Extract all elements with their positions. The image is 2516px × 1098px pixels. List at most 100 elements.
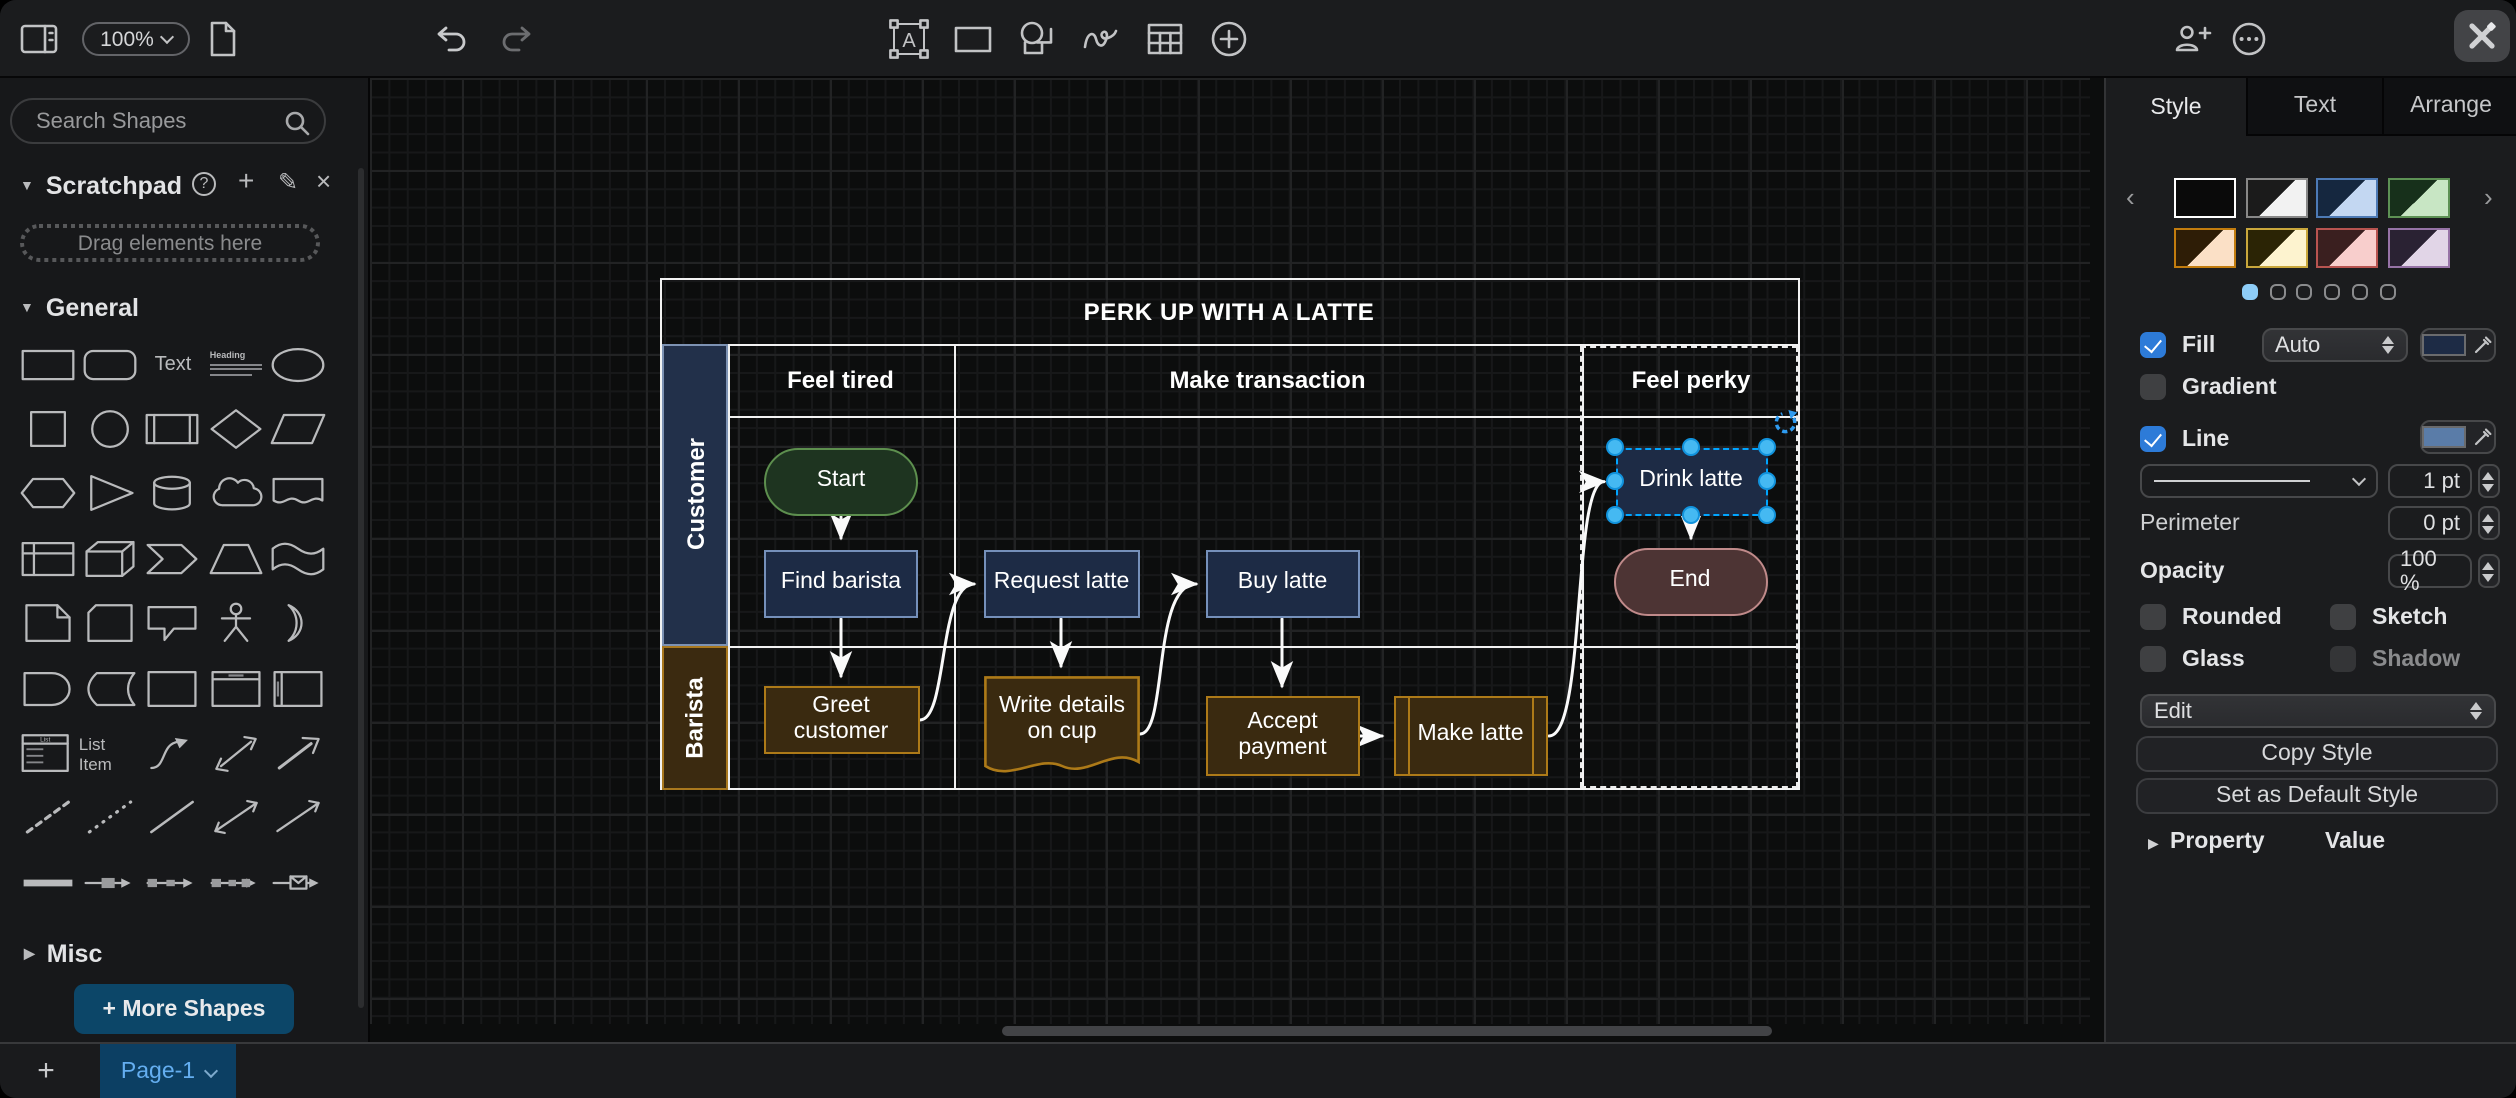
node-make-latte[interactable]: Make latte xyxy=(1393,696,1548,776)
sketch-toggle-button[interactable] xyxy=(2454,10,2510,62)
selection-handle[interactable] xyxy=(1758,506,1776,524)
selection-handle[interactable] xyxy=(1758,472,1776,490)
node-write-details-on-cup[interactable]: Write details on cup xyxy=(984,676,1140,784)
shape-textbox[interactable]: Heading xyxy=(204,332,267,397)
redo-button[interactable] xyxy=(500,24,532,54)
freehand-tool-icon[interactable] xyxy=(1080,18,1122,60)
perimeter-input[interactable]: 0 pt xyxy=(2388,506,2472,540)
rounded-checkbox[interactable] xyxy=(2140,604,2166,630)
node-request-latte[interactable]: Request latte xyxy=(984,550,1139,618)
misc-section-header[interactable]: ▶ Misc xyxy=(24,940,102,968)
sidebar-toggle-icon[interactable] xyxy=(20,22,60,56)
shape-text[interactable]: Text xyxy=(142,332,205,397)
node-greet-customer[interactable]: Greet customer xyxy=(763,686,919,754)
scratchpad-drop-area[interactable]: Drag elements here xyxy=(20,224,320,262)
carousel-page-dot[interactable] xyxy=(2297,284,2313,300)
line-checkbox[interactable] xyxy=(2140,426,2166,452)
fill-style-dropdown[interactable]: Auto xyxy=(2261,328,2408,362)
shape-rounded-rectangle[interactable] xyxy=(79,332,142,397)
shapes-tool-icon[interactable] xyxy=(1016,18,1058,60)
selection-handle[interactable] xyxy=(1606,438,1624,456)
undo-button[interactable] xyxy=(436,24,468,54)
close-icon[interactable]: × xyxy=(316,170,331,194)
shape-source-target-arrow[interactable] xyxy=(204,850,267,915)
insert-more-icon[interactable] xyxy=(1208,18,1250,60)
shape-document[interactable] xyxy=(267,462,330,527)
selection-handle[interactable] xyxy=(1606,472,1624,490)
shape-data-storage[interactable] xyxy=(79,656,142,721)
style-preset[interactable] xyxy=(2245,228,2307,268)
text-tool-icon[interactable]: A xyxy=(888,18,930,60)
perimeter-stepper[interactable] xyxy=(2477,506,2499,540)
shape-list-item[interactable]: List Item xyxy=(79,721,142,786)
shape-or[interactable] xyxy=(267,591,330,656)
style-preset[interactable] xyxy=(2317,178,2379,218)
shape-dotted-line[interactable] xyxy=(79,785,142,850)
shape-line[interactable] xyxy=(142,785,205,850)
shape-curve[interactable] xyxy=(142,721,205,786)
add-page-button[interactable]: + xyxy=(24,1048,68,1092)
shape-process[interactable] xyxy=(142,397,205,462)
add-icon[interactable]: + xyxy=(238,168,254,192)
selection-handle[interactable] xyxy=(1682,506,1700,524)
shape-square[interactable] xyxy=(16,397,79,462)
horizontal-scrollbar[interactable] xyxy=(1002,1026,1772,1036)
rectangle-tool-icon[interactable] xyxy=(952,18,994,60)
share-icon[interactable] xyxy=(2174,24,2212,54)
page-icon[interactable] xyxy=(208,20,238,58)
edit-style-dropdown[interactable]: Edit xyxy=(2140,694,2496,728)
tab-text[interactable]: Text xyxy=(2246,78,2382,136)
line-width-input[interactable]: 1 pt xyxy=(2388,464,2472,498)
help-icon[interactable]: ? xyxy=(192,172,216,196)
carousel-page-dot[interactable] xyxy=(2242,284,2258,300)
page-tab[interactable]: Page-1 xyxy=(100,1044,236,1098)
shape-cylinder[interactable] xyxy=(142,462,205,527)
shadow-checkbox[interactable] xyxy=(2330,646,2356,672)
diagram-canvas[interactable]: PERK UP WITH A LATTE Feel tired Make tra… xyxy=(370,78,2104,1042)
shape-container-with-title[interactable] xyxy=(204,656,267,721)
more-actions-icon[interactable] xyxy=(2230,20,2268,58)
shape-parallelogram[interactable] xyxy=(267,397,330,462)
rotate-handle-icon[interactable] xyxy=(1772,410,1798,436)
opacity-input[interactable]: 100 % xyxy=(2388,554,2472,588)
style-preset[interactable] xyxy=(2174,228,2236,268)
more-shapes-button[interactable]: + More Shapes xyxy=(74,984,294,1034)
line-color-button[interactable] xyxy=(2419,420,2495,454)
shape-tape[interactable] xyxy=(267,526,330,591)
style-preset[interactable] xyxy=(2174,178,2236,218)
style-preset[interactable] xyxy=(2388,178,2450,218)
property-expand-icon[interactable]: ▶ xyxy=(2148,836,2159,852)
line-style-dropdown[interactable] xyxy=(2140,464,2378,498)
style-preset[interactable] xyxy=(2317,228,2379,268)
shape-bidirectional-connector[interactable] xyxy=(204,785,267,850)
carousel-page-dot[interactable] xyxy=(2379,284,2395,300)
shape-note[interactable] xyxy=(16,591,79,656)
shape-card[interactable] xyxy=(79,591,142,656)
selection-handle[interactable] xyxy=(1758,438,1776,456)
style-preset[interactable] xyxy=(2388,228,2450,268)
shape-directional-connector[interactable] xyxy=(267,785,330,850)
node-start[interactable]: Start xyxy=(764,448,918,516)
selection-handle[interactable] xyxy=(1682,438,1700,456)
shape-diamond[interactable] xyxy=(204,397,267,462)
shape-triangle[interactable] xyxy=(79,462,142,527)
tab-arrange[interactable]: Arrange xyxy=(2382,78,2516,136)
shape-message-arrow[interactable] xyxy=(267,850,330,915)
carousel-page-dot[interactable] xyxy=(2269,284,2285,300)
shape-container[interactable] xyxy=(142,656,205,721)
zoom-dropdown[interactable]: 100% xyxy=(82,22,190,56)
node-drink-latte[interactable]: Drink latte xyxy=(1615,447,1767,515)
search-input[interactable] xyxy=(10,98,326,144)
gradient-checkbox[interactable] xyxy=(2140,374,2166,400)
carousel-next-icon[interactable]: › xyxy=(2484,182,2493,212)
shape-hexagon[interactable] xyxy=(16,462,79,527)
sketch-checkbox[interactable] xyxy=(2330,604,2356,630)
table-tool-icon[interactable] xyxy=(1144,18,1186,60)
shape-circle[interactable] xyxy=(79,397,142,462)
line-width-stepper[interactable] xyxy=(2477,464,2499,498)
copy-style-button[interactable]: Copy Style xyxy=(2136,736,2498,772)
shape-arrow[interactable] xyxy=(267,721,330,786)
shape-callout[interactable] xyxy=(142,591,205,656)
selection-handle[interactable] xyxy=(1606,506,1624,524)
node-accept-payment[interactable]: Accept payment xyxy=(1206,696,1359,776)
